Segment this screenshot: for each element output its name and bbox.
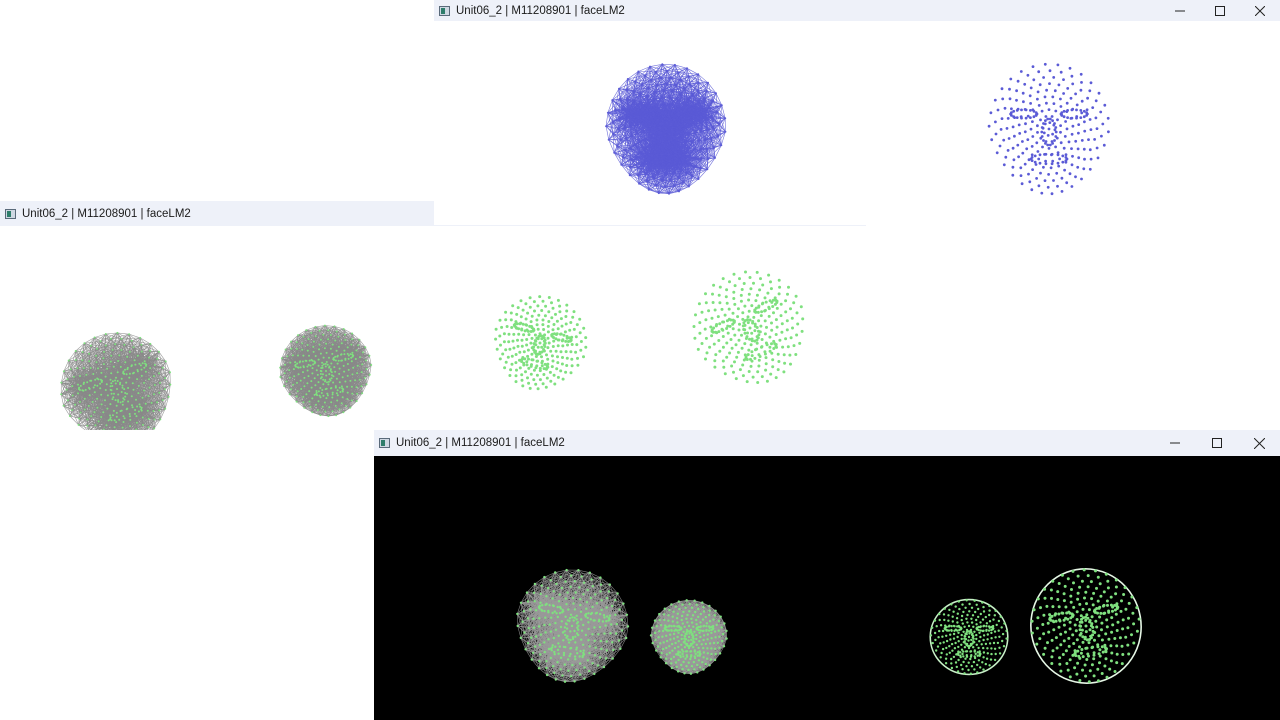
app-window-icon: [5, 209, 16, 219]
titlebar-middle[interactable]: Unit06_2 | M11208901 | faceLM2: [0, 201, 434, 226]
window-title: Unit06_2 | M11208901 | faceLM2: [22, 208, 191, 220]
window-middle: Unit06_2 | M11208901 | faceLM2: [0, 201, 866, 430]
face-mesh-wireframe-tilted: [60, 332, 171, 430]
face-mesh-canvas: [0, 226, 866, 430]
canvas-middle: [0, 226, 866, 430]
